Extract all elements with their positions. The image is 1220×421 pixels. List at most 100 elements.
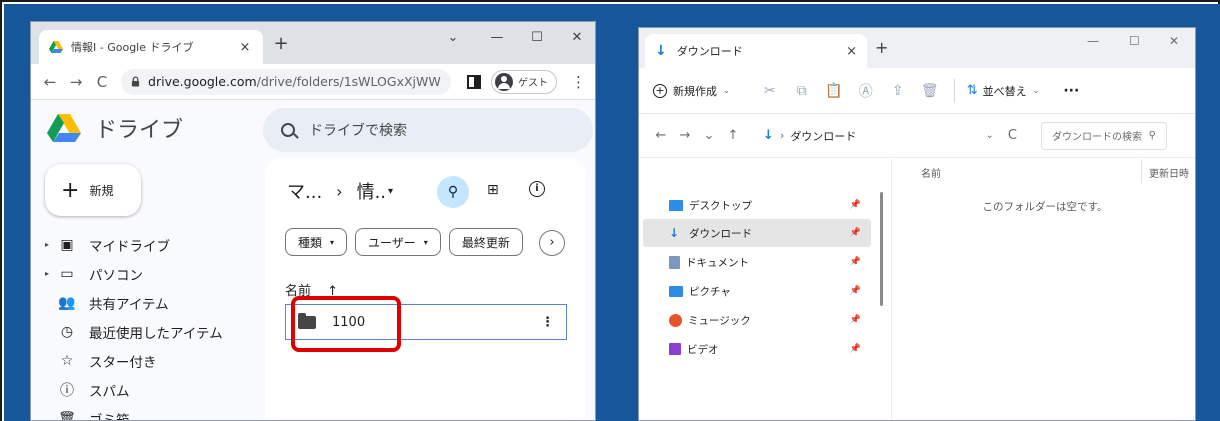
pin-icon[interactable]: 📌 xyxy=(850,257,861,267)
chevron-down-icon[interactable]: ▾ xyxy=(388,186,393,197)
nav-item-desktop[interactable]: デスクトップ 📌 xyxy=(643,191,871,219)
nav-item-downloads[interactable]: ↓ ダウンロード 📌 xyxy=(643,219,871,247)
info-icon[interactable]: i xyxy=(529,181,545,197)
lock-icon xyxy=(131,76,140,87)
sidebar-item-computers[interactable]: ▸ ▭ パソコン xyxy=(45,259,255,288)
pin-icon[interactable]: 📌 xyxy=(850,286,861,296)
sidebar-item-my-drive[interactable]: ▸ ▣ マイドライブ xyxy=(45,230,255,259)
chrome-toolbar: ← → C drive.google.com /drive/folders/1s… xyxy=(31,64,595,100)
expand-caret-icon[interactable]: ▸ xyxy=(45,269,55,278)
new-button[interactable]: + 新規 xyxy=(45,164,141,216)
explorer-search-input[interactable]: ダウンロードの検索 ⚲ xyxy=(1041,121,1167,150)
chip-modified[interactable]: 最終更新 xyxy=(448,228,523,256)
back-button[interactable]: ← xyxy=(39,71,61,93)
breadcrumb-parent[interactable]: マ... xyxy=(287,178,322,204)
tab-close-icon[interactable]: × xyxy=(846,44,857,59)
back-button[interactable]: ← xyxy=(649,128,673,143)
explorer-address-bar[interactable]: ↓ › ダウンロード ⌄ C xyxy=(755,122,1025,150)
grid-view-icon[interactable]: ⊞ xyxy=(487,182,499,198)
close-window-button[interactable]: ✕ xyxy=(1169,34,1179,48)
pictures-icon xyxy=(669,285,683,297)
explorer-address-row: ← → ⌄ ↑ ↓ › ダウンロード ⌄ C ダウンロードの検索 ⚲ xyxy=(639,114,1195,158)
sidebar-item-starred[interactable]: ☆ スター付き xyxy=(45,346,255,375)
nav-item-pictures[interactable]: ピクチャ 📌 xyxy=(643,277,871,305)
new-tab-button[interactable]: + xyxy=(875,38,888,57)
sidebar-item-trash[interactable]: 🗑 ゴミ箱 xyxy=(45,404,255,421)
app-title: ドライブ xyxy=(95,118,184,143)
pin-icon[interactable]: 📌 xyxy=(850,200,861,210)
tab-search-icon[interactable]: ⌄ xyxy=(443,28,463,48)
guest-avatar-icon xyxy=(495,72,513,91)
chevron-down-icon[interactable]: ⌄ xyxy=(986,130,994,141)
breadcrumb-current[interactable]: 情.. xyxy=(357,178,386,204)
column-divider[interactable] xyxy=(1141,159,1142,183)
recent-locations-icon[interactable]: ⌄ xyxy=(697,128,721,143)
address-separator: › xyxy=(779,129,785,142)
sidebar-item-recent[interactable]: ◷ 最近使用したアイテム xyxy=(45,317,255,346)
sidebar-item-label: パソコン xyxy=(89,267,143,284)
explorer-window: ↓ ダウンロード × + — ☐ ✕ + 新規作成 ⌄ ✂ ⧉ 📋 Ⓐ ⇪ 🗑 … xyxy=(638,27,1196,421)
copy-icon[interactable]: ⧉ xyxy=(786,83,818,99)
profile-button[interactable]: ゲスト xyxy=(491,69,557,94)
spam-icon: ⓘ xyxy=(60,382,74,399)
chip-label: ユーザー xyxy=(368,235,416,250)
explorer-tab-downloads[interactable]: ↓ ダウンロード × xyxy=(645,34,867,68)
forward-button[interactable]: → xyxy=(673,128,697,143)
paste-icon[interactable]: 📋 xyxy=(818,83,850,99)
chip-user[interactable]: ユーザー ▾ xyxy=(355,228,441,256)
pin-icon[interactable]: 📌 xyxy=(850,315,861,325)
new-item-label: 新規作成 xyxy=(673,84,717,98)
sidebar-item-shared[interactable]: 👥 共有アイテム xyxy=(45,288,255,317)
videos-icon xyxy=(669,343,681,355)
address-path[interactable]: ダウンロード xyxy=(790,128,856,144)
url-host: drive.google.com xyxy=(148,74,257,89)
reload-button[interactable]: C xyxy=(91,71,113,93)
share-icon[interactable]: ⇪ xyxy=(882,83,914,99)
chrome-tab-title: 情報Ⅰ - Google ドライブ xyxy=(71,41,194,54)
minimize-button[interactable]: — xyxy=(1087,34,1099,48)
pin-icon[interactable]: 📌 xyxy=(850,228,861,238)
rename-icon[interactable]: Ⓐ xyxy=(850,81,882,101)
chevron-down-icon: ⌄ xyxy=(1032,86,1040,95)
new-tab-button[interactable]: + xyxy=(269,32,293,56)
minimize-button[interactable]: — xyxy=(487,28,507,48)
more-options-icon[interactable]: ··· xyxy=(1063,83,1079,99)
navigation-scrollbar[interactable] xyxy=(880,192,883,306)
pane-divider[interactable] xyxy=(891,159,892,420)
download-icon: ↓ xyxy=(669,225,680,240)
nav-item-documents[interactable]: ドキュメント 📌 xyxy=(643,248,871,276)
refresh-icon[interactable]: C xyxy=(1008,128,1017,143)
sidebar-item-spam[interactable]: ⓘ スパム xyxy=(45,375,255,404)
drive-search-input[interactable]: ドライブで検索 xyxy=(263,108,593,152)
close-window-button[interactable]: ✕ xyxy=(567,28,587,48)
chrome-tab-drive[interactable]: 情報Ⅰ - Google ドライブ × xyxy=(39,30,263,64)
sort-button[interactable]: ⇅ 並べ替え ⌄ xyxy=(967,83,1040,99)
column-header-name[interactable]: 名前 xyxy=(921,165,941,180)
maximize-button[interactable]: ☐ xyxy=(527,28,547,48)
expand-caret-icon[interactable]: ▸ xyxy=(45,240,55,249)
more-actions-icon[interactable]: ⋮ xyxy=(541,315,554,330)
chevron-down-icon: ⌄ xyxy=(723,86,730,95)
search-icon: ⚲ xyxy=(1148,130,1156,141)
cut-icon[interactable]: ✂ xyxy=(754,83,786,99)
explorer-navigation-pane: デスクトップ 📌 ↓ ダウンロード 📌 ドキュメント 📌 ピクチャ 📌 ミュージ… xyxy=(639,159,875,420)
forward-button[interactable]: → xyxy=(65,71,87,93)
up-folder-button[interactable]: ↑ xyxy=(721,128,745,143)
explorer-content: 名前 更新日時 このフォルダーは空です。 xyxy=(893,159,1195,420)
filter-icon[interactable]: ⚲ xyxy=(437,176,469,208)
nav-item-music[interactable]: ミュージック 📌 xyxy=(643,306,871,334)
chip-type[interactable]: 種類 ▾ xyxy=(285,228,348,256)
side-panel-icon[interactable] xyxy=(467,74,481,89)
pin-icon[interactable]: 📌 xyxy=(850,344,861,354)
maximize-button[interactable]: ☐ xyxy=(1129,34,1140,48)
nav-item-videos[interactable]: ビデオ 📌 xyxy=(643,335,871,363)
column-header-modified[interactable]: 更新日時 xyxy=(1149,165,1189,180)
chevron-right-icon[interactable]: › xyxy=(539,230,565,256)
address-bar[interactable]: drive.google.com /drive/folders/1sWLOGxX… xyxy=(121,68,451,95)
chrome-menu-icon[interactable]: ⋮ xyxy=(571,73,586,91)
new-item-button[interactable]: + 新規作成 ⌄ xyxy=(653,83,730,99)
drive-favicon-icon xyxy=(49,41,63,53)
tab-close-icon[interactable]: × xyxy=(237,40,253,55)
chip-label: 最終更新 xyxy=(461,235,510,250)
delete-icon[interactable]: 🗑 xyxy=(914,83,946,99)
